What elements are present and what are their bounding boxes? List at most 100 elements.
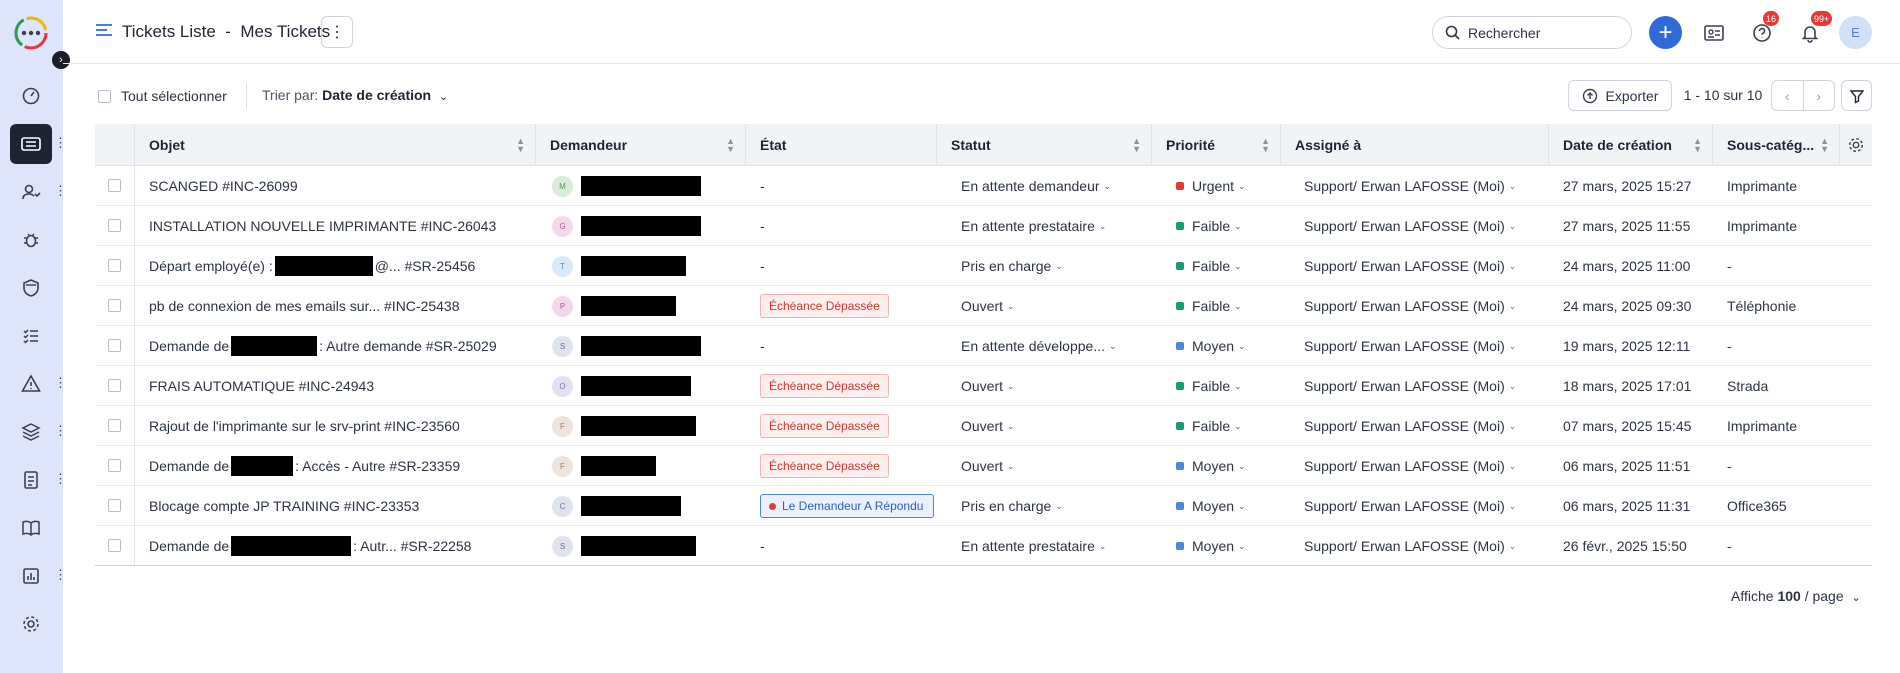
demandeur-cell[interactable]: S [552,326,742,366]
priorite-dropdown[interactable]: Moyen ⌄ [1176,446,1276,486]
objet-cell[interactable]: Demande de: Autr... #SR-22258 [149,526,529,566]
book-icon[interactable] [10,508,52,548]
table-row[interactable]: Départ employé(e) : @... #SR-25456 T - Pr… [95,246,1872,286]
objet-cell[interactable]: SCANGED #INC-26099 [149,166,529,206]
table-row[interactable]: Demande de : Autre demande #SR-25029 S -… [95,326,1872,366]
select-all-checkbox[interactable] [98,89,111,103]
row-checkbox[interactable] [108,299,121,312]
document-icon[interactable] [10,460,52,500]
assigne-dropdown[interactable]: Support/ Erwan LAFOSSE (Moi) ⌄ [1304,486,1544,526]
reports-more-icon[interactable]: ⋮ [54,568,67,581]
row-checkbox[interactable] [108,339,121,352]
statut-dropdown[interactable]: En attente prestataire ⌄ [961,526,1146,566]
row-checkbox[interactable] [108,259,121,272]
export-button[interactable]: Exporter [1568,80,1672,111]
assigne-dropdown[interactable]: Support/ Erwan LAFOSSE (Moi) ⌄ [1304,526,1544,566]
per-page-selector[interactable]: Affiche 100 / page ⌄ [1731,588,1861,604]
table-row[interactable]: INSTALLATION NOUVELLE IMPRIMANTE #INC-26… [95,206,1872,246]
priorite-dropdown[interactable]: Faible ⌄ [1176,406,1276,446]
tickets-more-icon[interactable]: ⋮ [54,136,67,149]
checklist-icon[interactable] [10,316,52,356]
table-row[interactable]: Demande de: Autr... #SR-22258 S - En att… [95,526,1872,566]
dashboard-icon[interactable] [10,76,52,116]
add-button[interactable]: + [1649,16,1682,49]
row-checkbox[interactable] [108,179,121,192]
sort-icon[interactable]: ▲ ▼ [1693,137,1702,154]
users-more-icon[interactable]: ⋮ [54,184,67,197]
statut-dropdown[interactable]: Pris en charge ⌄ [961,246,1146,286]
priorite-dropdown[interactable]: Moyen ⌄ [1176,486,1276,526]
row-checkbox[interactable] [108,419,121,432]
objet-cell[interactable]: pb de connexion de mes emails sur... #IN… [149,286,529,326]
demandeur-cell[interactable]: S [552,526,742,566]
table-row[interactable]: Rajout de l'imprimante sur le srv-print … [95,406,1872,446]
filter-button[interactable] [1841,80,1872,111]
sort-icon[interactable]: ▲ ▼ [1132,137,1141,154]
bug-icon[interactable] [10,220,52,260]
warning-more-icon[interactable]: ⋮ [54,376,67,389]
statut-dropdown[interactable]: Ouvert ⌄ [961,286,1146,326]
col-demandeur[interactable]: Demandeur ▲ ▼ [536,124,746,166]
user-avatar[interactable]: E [1839,16,1872,49]
warning-icon[interactable] [10,364,52,404]
objet-cell[interactable]: FRAIS AUTOMATIQUE #INC-24943 [149,366,529,406]
statut-dropdown[interactable]: En attente développe... ⌄ [961,326,1146,366]
table-row[interactable]: Demande de : Accès - Autre #SR-23359 F É… [95,446,1872,486]
objet-cell[interactable]: Départ employé(e) : @... #SR-25456 [149,246,529,286]
priorite-dropdown[interactable]: Moyen ⌄ [1176,526,1276,566]
demandeur-cell[interactable]: O [552,366,742,406]
users-icon[interactable] [10,172,52,212]
layers-icon[interactable] [10,412,52,452]
sort-icon[interactable]: ▲ ▼ [516,137,525,154]
bell-icon[interactable]: 99+ [1793,11,1833,49]
priorite-dropdown[interactable]: Urgent ⌄ [1176,166,1276,206]
statut-dropdown[interactable]: En attente prestataire ⌄ [961,206,1146,246]
objet-cell[interactable]: Blocage compte JP TRAINING #INC-23353 [149,486,529,526]
demandeur-cell[interactable]: F [552,446,742,486]
statut-dropdown[interactable]: Ouvert ⌄ [961,366,1146,406]
row-checkbox[interactable] [108,459,121,472]
col-date[interactable]: Date de création ▲ ▼ [1549,124,1713,166]
table-row[interactable]: SCANGED #INC-26099 M - En attente demand… [95,166,1872,206]
objet-cell[interactable]: INSTALLATION NOUVELLE IMPRIMANTE #INC-26… [149,206,529,246]
table-row[interactable]: pb de connexion de mes emails sur... #IN… [95,286,1872,326]
contact-card-icon[interactable] [1697,16,1730,49]
statut-dropdown[interactable]: Ouvert ⌄ [961,446,1146,486]
reports-icon[interactable] [10,556,52,596]
assigne-dropdown[interactable]: Support/ Erwan LAFOSSE (Moi) ⌄ [1304,206,1544,246]
priorite-dropdown[interactable]: Moyen ⌄ [1176,326,1276,366]
assigne-dropdown[interactable]: Support/ Erwan LAFOSSE (Moi) ⌄ [1304,406,1544,446]
assigne-dropdown[interactable]: Support/ Erwan LAFOSSE (Moi) ⌄ [1304,286,1544,326]
col-sous-categorie[interactable]: Sous-catég... ▲ ▼ [1713,124,1840,166]
help-icon[interactable]: 16 [1745,11,1780,49]
priorite-dropdown[interactable]: Faible ⌄ [1176,246,1276,286]
shield-icon[interactable] [10,268,52,308]
priorite-dropdown[interactable]: Faible ⌄ [1176,286,1276,326]
col-etat[interactable]: État [746,124,937,166]
demandeur-cell[interactable]: F [552,406,742,446]
assigne-dropdown[interactable]: Support/ Erwan LAFOSSE (Moi) ⌄ [1304,246,1544,286]
objet-cell[interactable]: Rajout de l'imprimante sur le srv-print … [149,406,529,446]
row-checkbox[interactable] [108,379,121,392]
priorite-dropdown[interactable]: Faible ⌄ [1176,206,1276,246]
priorite-dropdown[interactable]: Faible ⌄ [1176,366,1276,406]
demandeur-cell[interactable]: T [552,246,742,286]
statut-dropdown[interactable]: Ouvert ⌄ [961,406,1146,446]
title-more-button[interactable]: ⋮ [321,16,353,48]
objet-cell[interactable]: Demande de : Autre demande #SR-25029 [149,326,529,366]
settings-icon[interactable] [10,604,52,644]
demandeur-cell[interactable]: M [552,166,742,206]
select-all[interactable]: Tout sélectionner [98,88,227,104]
table-row[interactable]: Blocage compte JP TRAINING #INC-23353 C … [95,486,1872,526]
row-checkbox[interactable] [108,539,121,552]
next-page-icon[interactable]: › [1802,81,1835,110]
row-checkbox[interactable] [108,499,121,512]
sort-dropdown[interactable]: Trier par: Date de création ⌄ [262,87,448,103]
table-row[interactable]: FRAIS AUTOMATIQUE #INC-24943 O Échéance … [95,366,1872,406]
app-logo-icon[interactable] [13,15,49,51]
assigne-dropdown[interactable]: Support/ Erwan LAFOSSE (Moi) ⌄ [1304,446,1544,486]
statut-dropdown[interactable]: Pris en charge ⌄ [961,486,1146,526]
assigne-dropdown[interactable]: Support/ Erwan LAFOSSE (Moi) ⌄ [1304,326,1544,366]
sort-icon[interactable]: ▲ ▼ [726,137,735,154]
col-statut[interactable]: Statut ▲ ▼ [937,124,1152,166]
